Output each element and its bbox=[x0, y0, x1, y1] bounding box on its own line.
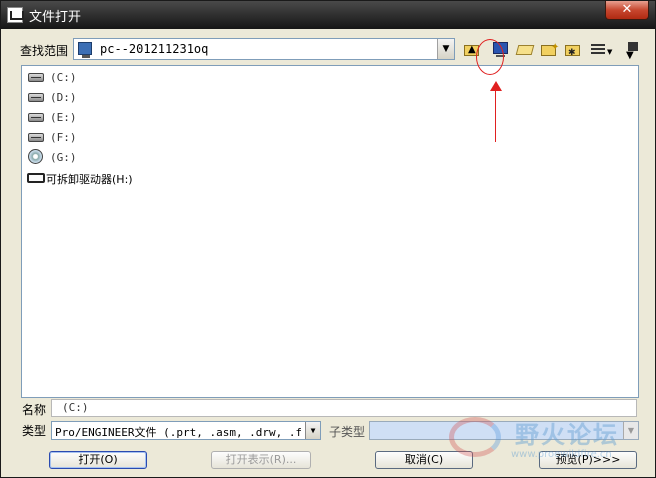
new-folder-icon[interactable]: ✦ bbox=[540, 40, 559, 58]
preview-button[interactable]: 预览(P)>>> bbox=[539, 451, 637, 469]
title-bar[interactable]: 文件打开 ✕ bbox=[1, 1, 655, 29]
download-icon[interactable]: ▼ bbox=[624, 40, 642, 61]
chevron-down-icon[interactable]: ▼ bbox=[623, 422, 638, 439]
file-name-input[interactable]: (C:) bbox=[51, 399, 637, 417]
list-item-label: (C:) bbox=[50, 71, 77, 84]
chevron-down-icon[interactable]: ▼ bbox=[437, 39, 454, 59]
subtype-dropdown[interactable]: ▼ bbox=[369, 421, 639, 440]
look-in-dropdown[interactable]: pc--201211231oq ▼ bbox=[73, 38, 455, 60]
cancel-button[interactable]: 取消(C) bbox=[375, 451, 473, 469]
view-menu-icon[interactable]: ▼ bbox=[590, 40, 614, 58]
file-name-label: 名称 bbox=[22, 403, 47, 417]
window-title: 文件打开 bbox=[29, 10, 82, 25]
app-icon bbox=[7, 7, 24, 23]
file-open-dialog: 文件打开 ✕ 查找范围 pc--201211231oq ▼ ▲ ✦ ✱ ▼ ▼ … bbox=[0, 0, 656, 478]
open-button[interactable]: 打开(O) bbox=[49, 451, 147, 469]
list-item-label: (F:) bbox=[50, 131, 77, 144]
annotation-arrow-line bbox=[495, 89, 496, 142]
close-button[interactable]: ✕ bbox=[605, 1, 649, 20]
file-list[interactable]: (C:) (D:) (E:) (F:) (G:) 可拆卸驱动器(H:) bbox=[21, 65, 639, 398]
list-item-label: (D:) bbox=[50, 91, 77, 104]
list-item-label: (G:) bbox=[50, 151, 77, 164]
file-type-value: Pro/ENGINEER文件 (.prt, .asm, .drw, .frm, bbox=[55, 426, 301, 439]
annotation-circle bbox=[476, 39, 504, 75]
open-representation-button[interactable]: 打开表示(R)... bbox=[211, 451, 311, 469]
hard-drive-icon bbox=[28, 113, 44, 122]
subtype-label: 子类型 bbox=[329, 425, 366, 439]
removable-drive-icon bbox=[27, 173, 45, 183]
hard-drive-icon bbox=[28, 93, 44, 102]
open-folder-icon[interactable] bbox=[515, 40, 535, 58]
file-type-dropdown[interactable]: Pro/ENGINEER文件 (.prt, .asm, .drw, .frm, … bbox=[51, 421, 321, 440]
dialog-body: 查找范围 pc--201211231oq ▼ ▲ ✦ ✱ ▼ ▼ (C:) (D… bbox=[9, 29, 649, 477]
hard-drive-icon bbox=[28, 73, 44, 82]
list-item-label: (E:) bbox=[50, 111, 77, 124]
favorites-folder-icon[interactable]: ✱ bbox=[564, 40, 582, 58]
list-item-label: 可拆卸驱动器(H:) bbox=[46, 173, 133, 186]
chevron-down-icon[interactable]: ▼ bbox=[305, 422, 320, 439]
cd-drive-icon bbox=[28, 149, 43, 164]
annotation-arrow-head bbox=[490, 81, 502, 91]
file-type-label: 类型 bbox=[22, 424, 47, 438]
look-in-label: 查找范围 bbox=[20, 44, 69, 58]
computer-icon bbox=[78, 42, 92, 58]
look-in-value: pc--201211231oq bbox=[100, 42, 209, 56]
hard-drive-icon bbox=[28, 133, 44, 142]
